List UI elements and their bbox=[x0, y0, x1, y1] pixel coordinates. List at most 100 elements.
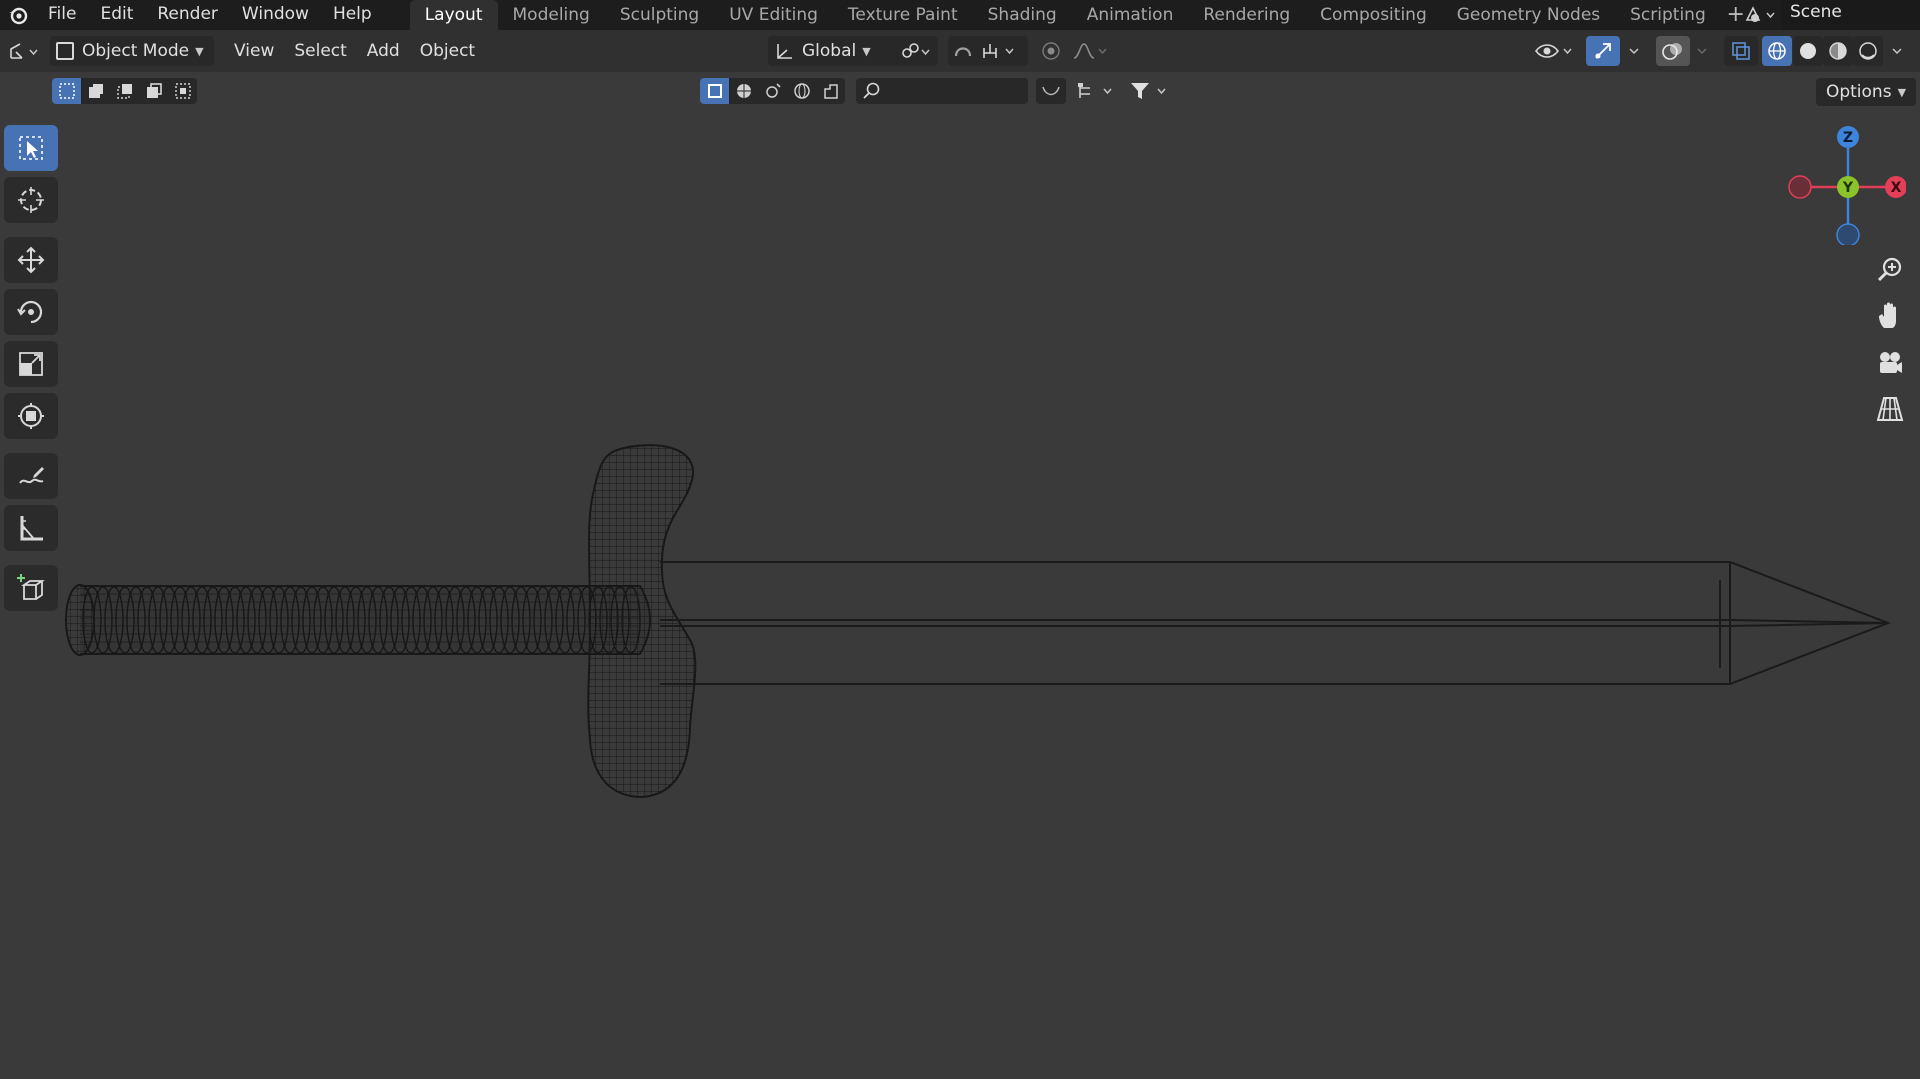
material-preview-icon[interactable] bbox=[1823, 36, 1853, 66]
tab-layout[interactable]: Layout bbox=[409, 0, 498, 30]
handle-wrap-ring bbox=[511, 586, 531, 654]
pan-hand-icon bbox=[1879, 302, 1896, 328]
solid-shading-icon[interactable] bbox=[1793, 36, 1823, 66]
handle-wrap-ring bbox=[390, 586, 410, 654]
select-box-tool[interactable] bbox=[4, 125, 58, 171]
tab-texture-paint[interactable]: Texture Paint bbox=[833, 0, 973, 30]
tab-modeling[interactable]: Modeling bbox=[498, 0, 605, 30]
visibility-icon[interactable] bbox=[1532, 36, 1580, 66]
tab-scripting[interactable]: Scripting bbox=[1615, 0, 1721, 30]
chevron-down-icon: ▼ bbox=[195, 44, 204, 58]
menu-edit[interactable]: Edit bbox=[88, 0, 145, 30]
handle-wrap-ring bbox=[247, 586, 267, 654]
falloff-icon[interactable] bbox=[1068, 36, 1114, 66]
overlays-options-chevron-icon[interactable] bbox=[1690, 36, 1714, 66]
handle-wrap-ring bbox=[401, 586, 421, 654]
scale-tool[interactable] bbox=[4, 341, 58, 387]
options-dropdown[interactable]: Options ▼ bbox=[1816, 78, 1916, 106]
handle-wrap-ring bbox=[159, 586, 179, 654]
orientation-label: Global bbox=[802, 41, 857, 61]
select-difference-icon[interactable] bbox=[139, 78, 168, 104]
link-curve-icon[interactable] bbox=[1036, 78, 1066, 104]
handle-wrap-ring bbox=[291, 586, 311, 654]
handle-wrap-ring bbox=[236, 586, 256, 654]
tab-rendering[interactable]: Rendering bbox=[1188, 0, 1305, 30]
menu-select[interactable]: Select bbox=[284, 36, 356, 66]
object-filter-icon[interactable] bbox=[700, 78, 729, 104]
scene-browse-icon[interactable] bbox=[1738, 4, 1782, 26]
camera-view-button[interactable] bbox=[1870, 343, 1910, 383]
shading-options-chevron-icon[interactable] bbox=[1884, 36, 1910, 66]
navigation-gizmo[interactable]: Z X Y bbox=[1786, 125, 1906, 245]
menu-file[interactable]: File bbox=[36, 0, 88, 30]
filter-funnel-icon[interactable] bbox=[1126, 78, 1176, 104]
object-mode-icon bbox=[56, 42, 74, 60]
mesh-filter-icon[interactable] bbox=[729, 78, 758, 104]
scene-name-field[interactable]: Scene bbox=[1782, 0, 1920, 30]
mode-dropdown[interactable]: Object Mode ▼ bbox=[50, 36, 214, 66]
transform-tool[interactable] bbox=[4, 393, 58, 439]
sword-pommel bbox=[65, 584, 95, 656]
pan-button[interactable] bbox=[1870, 296, 1910, 336]
handle-wrap-ring bbox=[621, 586, 641, 654]
select-intersect-icon[interactable] bbox=[168, 78, 197, 104]
snap-icon[interactable] bbox=[948, 36, 1028, 66]
tab-animation[interactable]: Animation bbox=[1072, 0, 1189, 30]
transform-orientation-dropdown[interactable]: Global ▼ bbox=[768, 36, 902, 66]
measure-tool[interactable] bbox=[4, 505, 58, 551]
world-filter-icon[interactable] bbox=[787, 78, 816, 104]
tab-uv-editing[interactable]: UV Editing bbox=[714, 0, 833, 30]
axis-neg-x-handle[interactable] bbox=[1788, 175, 1812, 199]
light-filter-icon[interactable] bbox=[758, 78, 787, 104]
add-cube-tool[interactable] bbox=[4, 565, 58, 611]
select-set-new-icon[interactable] bbox=[52, 78, 81, 104]
select-extend-icon[interactable] bbox=[81, 78, 110, 104]
zoom-button[interactable] bbox=[1870, 250, 1910, 290]
editor-type-icon[interactable] bbox=[4, 36, 46, 66]
zoom-icon bbox=[1877, 257, 1902, 282]
rotate-tool[interactable] bbox=[4, 289, 58, 335]
search-input[interactable] bbox=[856, 78, 1028, 104]
pivot-point-icon[interactable] bbox=[894, 36, 938, 66]
handle-wrap-ring bbox=[500, 586, 520, 654]
tab-geometry-nodes[interactable]: Geometry Nodes bbox=[1442, 0, 1615, 30]
proportional-editing-icon[interactable] bbox=[1034, 36, 1068, 66]
handle-wrap-ring bbox=[126, 586, 146, 654]
menu-object[interactable]: Object bbox=[410, 36, 485, 66]
wireframe-shading-icon[interactable] bbox=[1762, 36, 1792, 66]
menu-view[interactable]: View bbox=[224, 36, 284, 66]
blender-logo-icon[interactable] bbox=[0, 0, 36, 30]
scene-filter-icon[interactable] bbox=[816, 78, 845, 104]
axis-y-label: Y bbox=[1842, 180, 1854, 196]
select-subtract-icon[interactable] bbox=[110, 78, 139, 104]
sword-wireframe-object[interactable] bbox=[0, 0, 1920, 1079]
ortho-toggle-button[interactable] bbox=[1870, 389, 1910, 429]
tab-shading[interactable]: Shading bbox=[973, 0, 1072, 30]
xray-toggle-icon[interactable] bbox=[1724, 36, 1758, 66]
menu-help[interactable]: Help bbox=[321, 0, 384, 30]
cursor-tool[interactable] bbox=[4, 177, 58, 223]
menu-window[interactable]: Window bbox=[230, 0, 321, 30]
rendered-shading-icon[interactable] bbox=[1853, 36, 1883, 66]
tab-sculpting[interactable]: Sculpting bbox=[605, 0, 714, 30]
menu-render[interactable]: Render bbox=[145, 0, 230, 30]
axis-neg-z-handle[interactable] bbox=[1836, 223, 1860, 245]
annotate-tool[interactable] bbox=[4, 453, 58, 499]
show-gizmo-icon[interactable] bbox=[1586, 36, 1620, 66]
orientation-axes-icon bbox=[777, 44, 792, 59]
tab-compositing[interactable]: Compositing bbox=[1305, 0, 1442, 30]
gizmo-options-chevron-icon[interactable] bbox=[1622, 36, 1646, 66]
handle-wrap-ring bbox=[104, 586, 124, 654]
chevron-down-icon: ▼ bbox=[1897, 85, 1907, 99]
handle-wrap-ring bbox=[280, 586, 300, 654]
menu-add[interactable]: Add bbox=[357, 36, 410, 66]
viewport-header: Object Mode ▼ View Select Add Object Glo… bbox=[0, 30, 1920, 72]
mode-label: Object Mode bbox=[82, 41, 190, 61]
handle-wrap-ring bbox=[522, 586, 542, 654]
hierarchy-filter-icon[interactable] bbox=[1074, 78, 1122, 104]
handle-wrap-ring bbox=[599, 586, 619, 654]
sword-handle bbox=[80, 585, 651, 655]
cursor-icon bbox=[18, 187, 44, 213]
move-tool[interactable] bbox=[4, 237, 58, 283]
overlays-icon[interactable] bbox=[1656, 36, 1690, 66]
